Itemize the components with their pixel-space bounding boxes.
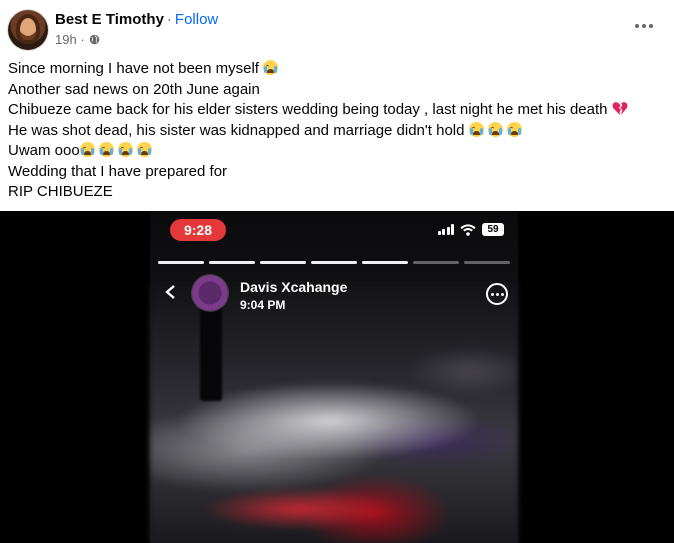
text-line: RIP CHIBUEZE <box>8 183 113 200</box>
story-time: 9:04 PM <box>240 298 286 312</box>
story-author[interactable]: Davis Xcahange <box>240 279 347 295</box>
loudly-crying-face-icon <box>506 121 522 137</box>
text-line: Since morning I have not been myself <box>8 59 668 80</box>
loudly-crying-face-icon <box>118 142 134 157</box>
text-line: He was shot dead, his sister was kidnapp… <box>8 121 668 142</box>
loudly-crying-face-icon <box>98 142 114 157</box>
loudly-crying-face-icon <box>263 60 279 75</box>
chevron-left-icon[interactable] <box>164 285 178 299</box>
author-row: Best E Timothy · Follow <box>55 11 218 28</box>
loudly-crying-face-icon <box>137 142 153 157</box>
more-options-icon[interactable] <box>632 14 656 38</box>
status-time: 9:28 <box>170 219 226 241</box>
follow-button[interactable]: Follow <box>175 11 218 28</box>
text-line: Another sad news on 20th June again <box>8 80 260 98</box>
text-line: Wedding that I have prepared for <box>8 162 228 180</box>
text-line: Chibueze came back for his elder sisters… <box>8 100 668 121</box>
story-progress <box>158 261 510 264</box>
post-text: Since morning I have not been myself Ano… <box>8 59 668 203</box>
author-avatar[interactable] <box>8 10 48 50</box>
globe-icon <box>89 34 99 45</box>
text-line: Uwam ooo <box>8 141 668 162</box>
post-media[interactable]: 9:28 59 Davis Xcahange 9:04 PM <box>0 211 674 543</box>
post-header: Best E Timothy · Follow 19h · <box>0 0 674 56</box>
loudly-crying-face-icon <box>487 121 503 137</box>
post-time[interactable]: 19h <box>55 32 77 47</box>
loudly-crying-face-icon <box>79 142 95 157</box>
signal-icon <box>437 224 454 235</box>
loudly-crying-face-icon <box>468 121 484 137</box>
wifi-icon <box>460 223 476 236</box>
broken-heart-icon <box>612 102 628 115</box>
story-more-icon[interactable] <box>486 283 508 305</box>
post-meta: 19h · <box>55 32 100 47</box>
battery-icon: 59 <box>482 223 504 236</box>
story-avatar[interactable] <box>192 275 228 311</box>
status-icons: 59 <box>437 223 504 236</box>
story-screenshot: 9:28 59 Davis Xcahange 9:04 PM <box>150 211 518 543</box>
separator: · <box>166 11 172 28</box>
author-name[interactable]: Best E Timothy <box>55 11 164 28</box>
